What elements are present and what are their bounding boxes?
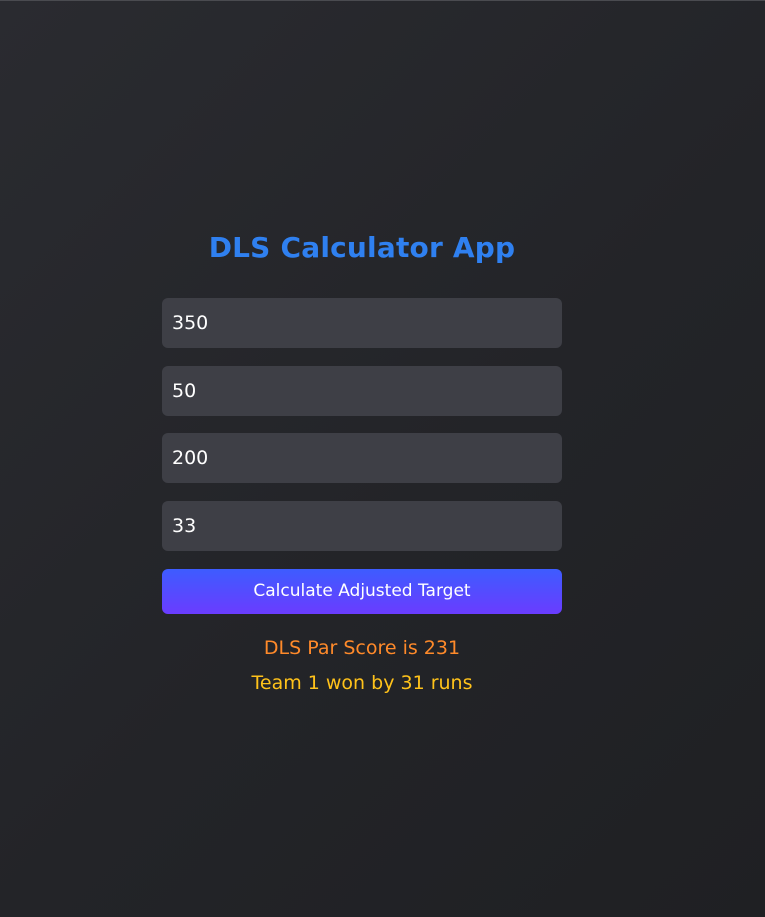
window-top-border: [0, 0, 765, 1]
match-outcome-result: Team 1 won by 31 runs: [251, 671, 473, 694]
par-score-result: DLS Par Score is 231: [263, 636, 461, 659]
dls-calculator-container: DLS Calculator App Calculate Adjusted Ta…: [162, 226, 562, 697]
input-field-4[interactable]: [162, 500, 562, 551]
input-field-2[interactable]: [162, 365, 562, 416]
calculate-adjusted-target-button[interactable]: Calculate Adjusted Target: [162, 568, 562, 614]
input-field-3[interactable]: [162, 433, 562, 483]
input-field-1[interactable]: [162, 298, 562, 348]
page-title: DLS Calculator App: [208, 231, 516, 264]
